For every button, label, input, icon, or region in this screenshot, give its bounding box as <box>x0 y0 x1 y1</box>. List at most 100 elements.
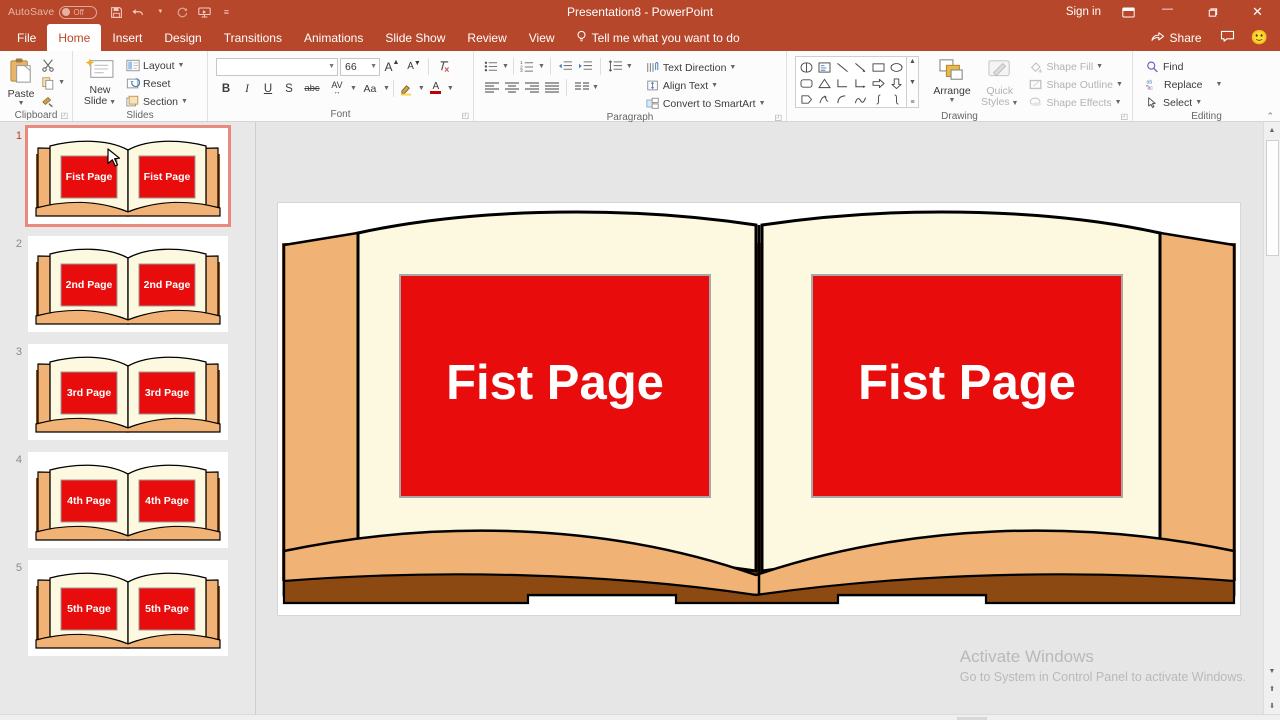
comments-icon[interactable] <box>1212 30 1243 45</box>
undo-dropdown-caret[interactable]: ▼ <box>149 1 171 23</box>
feedback-smiley-icon[interactable]: 🙂 <box>1245 29 1274 46</box>
shape-right-brace-icon[interactable] <box>887 91 905 107</box>
shape-down-arrow-icon[interactable] <box>887 75 905 91</box>
scrollbar-thumb[interactable] <box>1265 140 1279 256</box>
arrange-button[interactable]: Arrange ▼ <box>927 56 977 106</box>
thumbnail-row-2[interactable]: 2 2nd Page 2nd Page <box>0 224 255 332</box>
paste-caret-icon[interactable]: ▼ <box>18 100 25 107</box>
redo-icon[interactable] <box>171 1 193 23</box>
increase-indent-button[interactable] <box>576 57 595 75</box>
character-spacing-button[interactable]: AV ↔ <box>325 79 349 98</box>
reset-button[interactable]: Reset <box>123 75 191 92</box>
slide-thumbnail-5[interactable]: 5th Page 5th Page <box>28 560 228 656</box>
section-button[interactable]: Section ▼ <box>123 93 191 110</box>
justify-button[interactable] <box>542 78 561 96</box>
columns-button[interactable] <box>572 78 591 96</box>
layout-button[interactable]: Layout ▼ <box>123 57 191 74</box>
shapes-gallery-scrollbar[interactable]: ▲ ▼ ≡ <box>907 56 919 108</box>
shapes-scroll-up-icon[interactable]: ▲ <box>909 58 916 65</box>
tab-design[interactable]: Design <box>153 24 212 51</box>
start-from-beginning-icon[interactable] <box>193 1 215 23</box>
layout-caret-icon[interactable]: ▼ <box>178 62 185 69</box>
shape-rounded-rect-icon[interactable] <box>797 59 815 75</box>
customize-qat-icon[interactable]: ≡ <box>215 1 237 23</box>
previous-slide-button[interactable]: ⬆ <box>1264 680 1280 697</box>
find-button[interactable]: Find <box>1143 58 1225 75</box>
font-size-input[interactable]: 66 ▼ <box>340 57 380 76</box>
slide-thumbnail-3[interactable]: 3rd Page 3rd Page <box>28 344 228 440</box>
align-text-button[interactable]: Align Text ▼ <box>643 77 769 94</box>
strikethrough-button[interactable]: abc <box>300 79 324 98</box>
decrease-indent-button[interactable] <box>556 57 575 75</box>
italic-button[interactable]: I <box>237 79 257 98</box>
numbering-button[interactable]: 123 <box>518 57 537 75</box>
normal-view-icon[interactable] <box>956 716 987 720</box>
slideshow-icon[interactable] <box>1047 717 1077 720</box>
shape-effects-caret-icon[interactable]: ▼ <box>1115 99 1122 106</box>
paste-button[interactable]: Paste ▼ <box>4 55 38 109</box>
minimize-button[interactable]: — <box>1145 0 1190 24</box>
text-direction-caret-icon[interactable]: ▼ <box>729 64 736 71</box>
shape-rectangle-icon[interactable] <box>869 59 887 75</box>
select-button[interactable]: Select ▼ <box>1143 94 1225 111</box>
paragraph-dialog-launcher[interactable]: ◰ <box>774 113 782 122</box>
numbering-caret-icon[interactable]: ▼ <box>538 63 545 70</box>
shapes-more-icon[interactable]: ≡ <box>910 99 914 106</box>
tab-file[interactable]: File <box>6 24 47 51</box>
drawing-dialog-launcher[interactable]: ◰ <box>1120 112 1128 121</box>
tab-animations[interactable]: Animations <box>293 24 374 51</box>
close-button[interactable]: ✕ <box>1235 0 1280 24</box>
text-shadow-button[interactable]: S <box>279 79 299 98</box>
slide-sorter-icon[interactable] <box>987 717 1017 720</box>
text-direction-button[interactable]: Text Direction ▼ <box>643 59 769 76</box>
convert-to-smartart-button[interactable]: Convert to SmartArt ▼ <box>643 95 769 112</box>
line-spacing-button[interactable] <box>606 57 625 75</box>
shapes-gallery[interactable] <box>795 56 907 108</box>
tab-view[interactable]: View <box>518 24 566 51</box>
new-slide-button[interactable]: New Slide ▼ <box>77 55 123 110</box>
shape-round-rect-icon[interactable] <box>797 75 815 91</box>
shape-textbox-icon[interactable] <box>815 59 833 75</box>
change-case-caret-icon[interactable]: ▼ <box>383 85 390 92</box>
shape-left-brace-icon[interactable] <box>869 91 887 107</box>
shape-arc-icon[interactable] <box>833 91 851 107</box>
scroll-down-arrow-icon[interactable]: ▼ <box>1264 663 1280 680</box>
collapse-ribbon-icon[interactable]: ⌃ <box>1266 111 1274 122</box>
shape-arrow-icon[interactable] <box>851 59 869 75</box>
tab-home[interactable]: Home <box>47 24 102 51</box>
ribbon-display-options-icon[interactable] <box>1111 0 1145 24</box>
underline-button[interactable]: U <box>258 79 278 98</box>
bullets-caret-icon[interactable]: ▼ <box>502 63 509 70</box>
shape-outline-caret-icon[interactable]: ▼ <box>1116 81 1123 88</box>
clipboard-dialog-launcher[interactable]: ◰ <box>60 111 68 120</box>
shape-right-arrow-icon[interactable] <box>869 75 887 91</box>
fit-to-window-icon[interactable] <box>1246 717 1272 720</box>
shape-elbow-connector-icon[interactable] <box>833 75 851 91</box>
select-caret-icon[interactable]: ▼ <box>1195 99 1202 106</box>
columns-caret-icon[interactable]: ▼ <box>592 84 599 91</box>
align-text-caret-icon[interactable]: ▼ <box>711 82 718 89</box>
copy-button[interactable]: ▼ <box>38 74 68 91</box>
quick-styles-button[interactable]: Quick Styles ▼ <box>977 56 1022 111</box>
font-name-caret-icon[interactable]: ▼ <box>328 63 335 70</box>
replace-button[interactable]: ab ac Replace ▼ <box>1143 76 1225 93</box>
tab-review[interactable]: Review <box>456 24 517 51</box>
format-painter-button[interactable] <box>38 92 68 109</box>
thumbnail-row-4[interactable]: 4 4th Page 4th Page <box>0 440 255 548</box>
slide-thumbnail-pane[interactable]: 1 Fist Page Fist Page 2 2nd Page 2nd Pag… <box>0 122 256 714</box>
shape-triangle-icon[interactable] <box>815 75 833 91</box>
shape-effects-button[interactable]: Shape Effects ▼ <box>1026 94 1126 111</box>
share-button[interactable]: Share <box>1143 30 1210 45</box>
shape-pentagon-icon[interactable] <box>797 91 815 107</box>
shape-fill-button[interactable]: Shape Fill ▼ <box>1026 58 1126 75</box>
shape-freeform-icon[interactable] <box>815 91 833 107</box>
font-color-button[interactable]: A <box>426 79 446 98</box>
sign-in-button[interactable]: Sign in <box>1056 6 1111 18</box>
slide-thumbnail-1[interactable]: Fist Page Fist Page <box>25 125 231 227</box>
shape-elbow-arrow-icon[interactable] <box>851 75 869 91</box>
bold-button[interactable]: B <box>216 79 236 98</box>
slide-editing-pane[interactable]: Fist Page Fist Page Activate Windows Go … <box>256 122 1280 714</box>
slide-thumbnail-4[interactable]: 4th Page 4th Page <box>28 452 228 548</box>
character-spacing-caret-icon[interactable]: ▼ <box>350 85 357 92</box>
cut-button[interactable] <box>38 56 68 73</box>
